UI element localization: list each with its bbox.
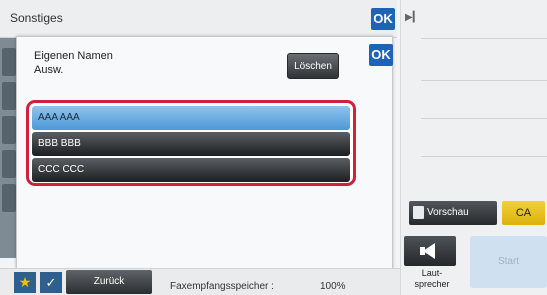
star-icon[interactable]: ★: [14, 272, 36, 293]
fax-memory-value: 100%: [320, 281, 346, 292]
speaker-label-line2: sprecher: [414, 279, 450, 289]
left-tab[interactable]: [2, 48, 16, 76]
expand-arrow-icon[interactable]: ▶▎: [405, 12, 420, 23]
back-button[interactable]: Zurück: [66, 270, 152, 294]
speaker-label-line1: Laut-: [421, 268, 443, 278]
ca-button[interactable]: CA: [502, 201, 545, 225]
preview-label: Vorschau: [427, 207, 469, 218]
list-item[interactable]: CCC CCC: [32, 158, 350, 182]
title-bar: Sonstiges OK: [0, 0, 397, 38]
divider: [421, 80, 547, 81]
fax-memory-label: Faxempfangsspeicher :: [170, 281, 274, 292]
list-item[interactable]: BBB BBB: [32, 132, 350, 156]
left-tab[interactable]: [2, 150, 16, 178]
left-tab[interactable]: [2, 184, 16, 212]
speaker-label: Laut- sprecher: [413, 268, 451, 290]
dialog-ok-button[interactable]: OK: [369, 44, 393, 66]
window-title: Sonstiges: [10, 11, 63, 25]
dialog-title: Eigenen Namen Ausw.: [34, 49, 113, 77]
name-select-dialog: Eigenen Namen Ausw. OK Löschen AAA AAA B…: [16, 36, 393, 269]
list-item-selected[interactable]: AAA AAA: [32, 106, 350, 130]
speaker-button[interactable]: [404, 236, 456, 266]
delete-button[interactable]: Löschen: [287, 53, 339, 79]
fax-screen: Sonstiges OK ▶▎ Eigenen Namen Ausw. OK L…: [0, 0, 547, 295]
preview-button[interactable]: Vorschau: [409, 201, 497, 225]
divider: [421, 38, 547, 39]
title-ok-button[interactable]: OK: [371, 8, 395, 30]
speaker-icon-cone: [423, 243, 435, 259]
dialog-title-line1: Eigenen Namen: [34, 50, 113, 62]
divider: [421, 118, 547, 119]
start-button[interactable]: Start: [470, 236, 547, 288]
checkmark-icon[interactable]: ✓: [40, 272, 62, 293]
divider: [421, 156, 547, 157]
name-list: AAA AAA BBB BBB CCC CCC: [26, 100, 356, 186]
bottom-bar: ★ ✓ Zurück Faxempfangsspeicher : 100%: [0, 268, 400, 295]
dialog-title-line2: Ausw.: [34, 64, 64, 76]
left-tab[interactable]: [2, 116, 16, 144]
preview-icon: [413, 206, 424, 219]
left-tab[interactable]: [2, 82, 16, 110]
